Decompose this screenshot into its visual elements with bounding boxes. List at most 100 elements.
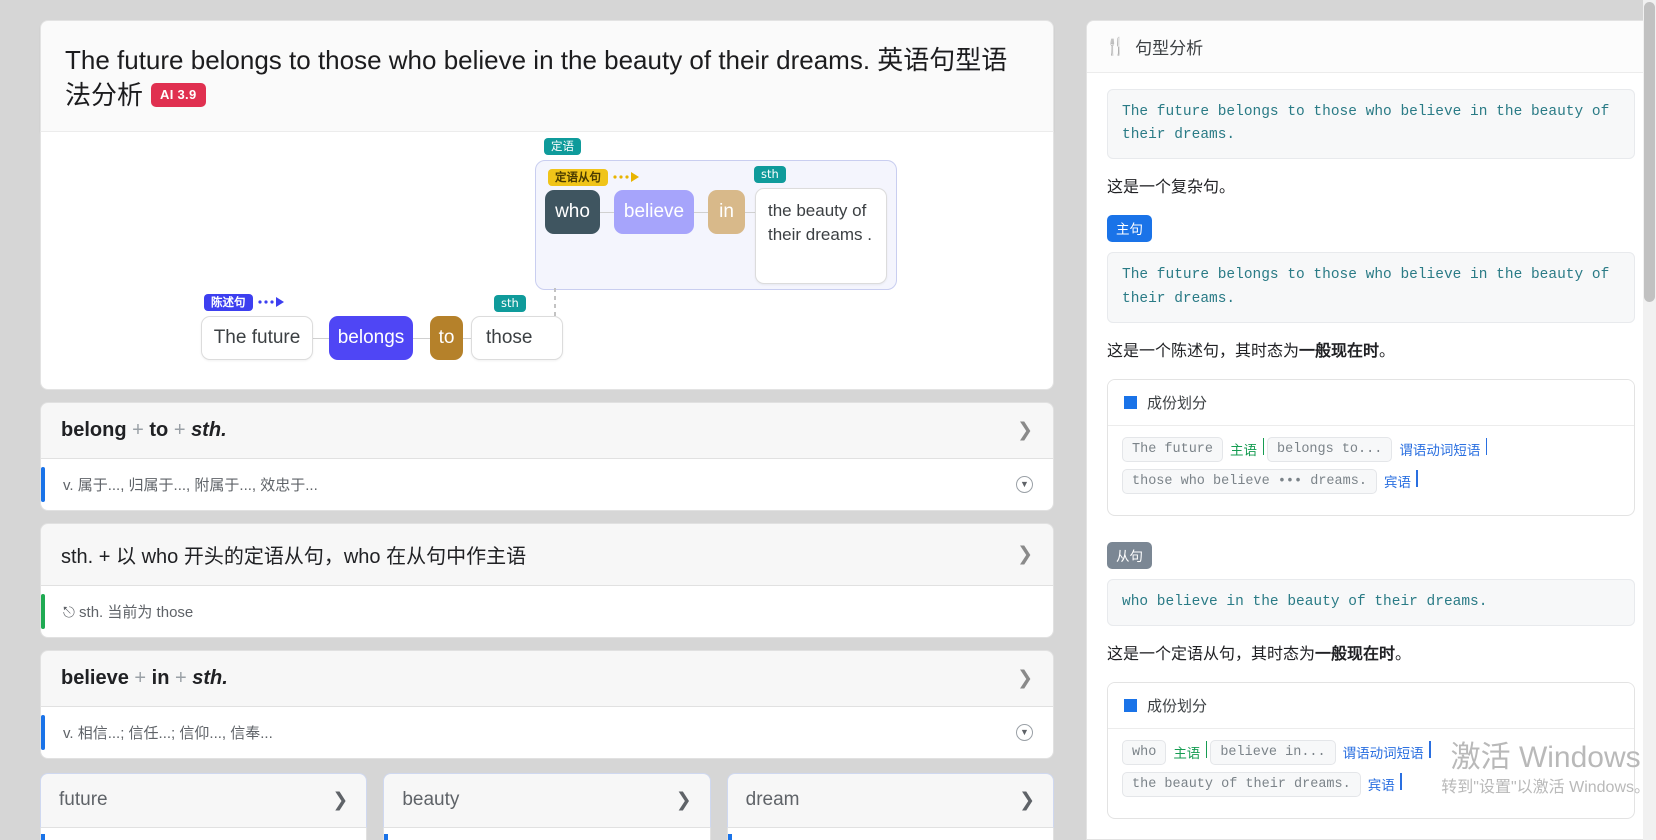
accordion-body: v. 属于..., 归属于..., 附属于..., 效忠于... ▼ <box>40 458 1054 511</box>
diagram-node-those[interactable]: those <box>471 315 563 360</box>
sentence-diagram: 定语 定语从句 sth who believe in the beauty of… <box>40 131 1054 390</box>
left-column: The future belongs to those who believe … <box>0 0 1072 840</box>
accordion-header[interactable]: believe + in + sth. ❯ <box>40 649 1054 707</box>
diagram-node-to[interactable]: to <box>430 315 463 360</box>
accordion-title: belong + to + sth. <box>61 418 227 441</box>
main-clause-sentence: The future belongs to those who believe … <box>1107 252 1635 323</box>
word-card-header[interactable]: dream ❯ <box>726 772 1054 828</box>
word-label: future <box>59 789 108 811</box>
connector-line <box>745 211 755 213</box>
pattern-accordion-belong: belong + to + sth. ❯ v. 属于..., 归属于..., 附… <box>40 401 1054 511</box>
main-clause-breakdown-panel: 成份划分 The future 主语 belongs to... 谓语动词短语 … <box>1107 378 1635 516</box>
connector-line <box>694 211 708 213</box>
word-card-body <box>383 827 711 840</box>
dotted-arrow-icon <box>613 172 639 183</box>
sub-clause-note: 这是一个定语从句，其时态为一般现在时。 <box>1107 640 1635 664</box>
constituent-label: 宾语 <box>1364 773 1402 794</box>
accordion-body: ⎋ sth. 当前为 those <box>40 585 1054 638</box>
connector-line <box>600 211 614 213</box>
chevron-right-icon[interactable]: ❯ <box>676 789 692 812</box>
diagram-node-in[interactable]: in <box>708 189 745 234</box>
breakdown-row: the beauty of their dreams. 宾语 <box>1122 771 1620 797</box>
full-sentence-box: The future belongs to those who believe … <box>1107 89 1635 160</box>
page-scrollbar-thumb[interactable] <box>1644 2 1655 302</box>
chevron-down-circle-icon[interactable]: ▼ <box>1016 723 1033 741</box>
diagram-node-the-future[interactable]: The future <box>201 315 313 360</box>
accordion-body: v. 相信...; 信任...; 信仰..., 信奉... ▼ <box>40 706 1054 759</box>
square-bullet-icon <box>1124 698 1137 712</box>
breakdown-row: those who believe ••• dreams. 宾语 <box>1122 468 1620 494</box>
accordion-body-text: v. 属于..., 归属于..., 附属于..., 效忠于... <box>63 476 318 494</box>
accordion-header[interactable]: belong + to + sth. ❯ <box>40 401 1054 459</box>
word-label: beauty <box>402 789 460 811</box>
main-object-role-tag: sth <box>494 294 526 313</box>
full-sentence-note: 这是一个复杂句。 <box>1107 179 1236 197</box>
analysis-panel-title: 句型分析 <box>1135 39 1204 58</box>
fork-knife-icon: 🍴 <box>1105 36 1127 56</box>
constituent-chip[interactable]: belongs to... <box>1267 436 1393 462</box>
diagram-clause-role-tag: 定语 <box>544 137 581 156</box>
diagram-node-clause-object[interactable]: the beauty of their dreams . <box>755 187 887 284</box>
accordion-body-inner: ⎋ sth. 当前为 those <box>63 601 193 622</box>
note-suffix: 。 <box>1379 342 1396 360</box>
accordion-body-text: sth. 当前为 those <box>79 603 194 621</box>
constituent-label: 谓语动词短语 <box>1395 438 1488 459</box>
breakdown-body: who 主语 believe in... 谓语动词短语 the beauty o… <box>1108 729 1634 818</box>
note-prefix: 这是一个定语从句，其时态为 <box>1107 645 1316 663</box>
diagram-node-belongs[interactable]: belongs <box>329 315 413 360</box>
breakdown-row: who 主语 believe in... 谓语动词短语 <box>1122 739 1620 765</box>
note-prefix: 这是一个陈述句，其时态为 <box>1107 342 1300 360</box>
square-bullet-icon <box>1124 395 1137 409</box>
page-title: The future belongs to those who believe … <box>65 43 1029 113</box>
sub-clause-section: 从句 who believe in the beauty of their dr… <box>1107 541 1635 819</box>
note-tense: 一般现在时 <box>1299 342 1380 360</box>
diagram-node-believe[interactable]: believe <box>614 189 694 234</box>
word-card-header[interactable]: future ❯ <box>40 772 368 828</box>
main-clause-note: 这是一个陈述句，其时态为一般现在时。 <box>1107 337 1635 361</box>
note-suffix: 。 <box>1395 645 1412 663</box>
diagram-sentence-type-tag: 陈述句 <box>204 293 284 312</box>
analysis-panel-body: The future belongs to those who believe … <box>1087 73 1655 819</box>
constituent-label: 主语 <box>1226 438 1265 459</box>
pattern-accordion-believe: believe + in + sth. ❯ v. 相信...; 信任...; 信… <box>40 649 1054 759</box>
chevron-right-icon[interactable]: ❯ <box>1017 667 1033 690</box>
sub-clause-breakdown-panel: 成份划分 who 主语 believe in... 谓语动词短语 the bea… <box>1107 681 1635 819</box>
constituent-chip[interactable]: who <box>1122 739 1167 765</box>
connector-line <box>413 337 430 339</box>
title-card: The future belongs to those who believe … <box>40 20 1054 132</box>
constituent-chip[interactable]: believe in... <box>1210 739 1336 765</box>
word-card-row: future ❯ beauty ❯ dream ❯ <box>40 772 1054 840</box>
breakdown-header: 成份划分 <box>1108 682 1634 729</box>
pattern-accordion-who-clause: sth. + 以 who 开头的定语从句，who 在从句中作主语 ❯ ⎋ sth… <box>40 522 1054 638</box>
chevron-right-icon[interactable]: ❯ <box>1017 543 1033 566</box>
chevron-right-icon[interactable]: ❯ <box>1017 419 1033 442</box>
sub-clause-badge: 从句 <box>1107 541 1152 569</box>
main-clause-section: 主句 The future belongs to those who belie… <box>1107 215 1635 516</box>
clause-object-role-tag: sth <box>754 165 786 184</box>
constituent-chip[interactable]: the beauty of their dreams. <box>1122 771 1361 797</box>
connector-line <box>312 337 329 339</box>
chevron-down-circle-icon[interactable]: ▼ <box>1016 475 1033 493</box>
page-scrollbar-track[interactable] <box>1643 0 1656 840</box>
constituent-label: 主语 <box>1169 741 1208 762</box>
constituent-chip[interactable]: those who believe ••• dreams. <box>1122 468 1377 494</box>
breakdown-body: The future 主语 belongs to... 谓语动词短语 those… <box>1108 426 1634 515</box>
analysis-panel-header: 🍴 句型分析 <box>1087 21 1655 73</box>
breakdown-title: 成份划分 <box>1147 394 1208 412</box>
main-clause-badge: 主句 <box>1107 215 1152 243</box>
constituent-label: 谓语动词短语 <box>1339 741 1431 762</box>
word-card-future: future ❯ <box>40 772 368 840</box>
chevron-right-icon[interactable]: ❯ <box>332 789 348 812</box>
word-card-body <box>40 827 368 840</box>
word-card-beauty: beauty ❯ <box>383 772 711 840</box>
word-card-header[interactable]: beauty ❯ <box>383 772 711 828</box>
word-label: dream <box>745 789 800 811</box>
constituent-label: 宾语 <box>1380 470 1418 491</box>
diagram-node-who[interactable]: who <box>545 189 600 234</box>
accordion-header[interactable]: sth. + 以 who 开头的定语从句，who 在从句中作主语 ❯ <box>40 522 1054 586</box>
word-card-dream: dream ❯ <box>726 772 1054 840</box>
accordion-body-text: v. 相信...; 信任...; 信仰..., 信奉... <box>63 724 273 742</box>
chevron-right-icon[interactable]: ❯ <box>1019 789 1035 812</box>
constituent-chip[interactable]: The future <box>1122 436 1224 462</box>
breakdown-row: The future 主语 belongs to... 谓语动词短语 <box>1122 436 1620 462</box>
